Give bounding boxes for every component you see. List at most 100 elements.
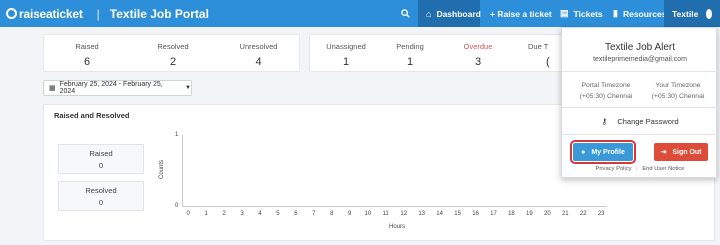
x-tick-label: 2 xyxy=(222,211,226,217)
user-menu-popup: Textile Job Alert textileprimemedia@gmai… xyxy=(561,27,718,178)
x-axis-line xyxy=(182,206,607,207)
x-tick-label: 11 xyxy=(382,211,389,217)
user-email: textileprimemedia@gmail.com xyxy=(593,56,687,63)
summary-label: Raised xyxy=(89,149,113,158)
stat-value: 1 xyxy=(406,56,414,68)
nav-user-label: Textile xyxy=(672,8,699,19)
stat-label: Unresolved xyxy=(239,42,278,51)
nav-resources-label: Resources xyxy=(622,8,667,19)
sign-out-icon: ⇥ xyxy=(660,149,667,156)
end-user-notice-link[interactable]: End User Notice xyxy=(642,166,684,172)
privacy-policy-link[interactable]: Privacy Policy xyxy=(595,166,631,172)
brand[interactable]: raiseaticket | Textile Job Portal xyxy=(6,4,209,23)
x-tick-label: 15 xyxy=(454,211,461,217)
x-tick-label: 21 xyxy=(561,211,569,217)
x-tick-label: 5 xyxy=(276,211,280,217)
date-range-value: February 25, 2024 - February 25, 2024 xyxy=(59,81,163,95)
x-tick-label: 6 xyxy=(294,211,298,217)
stat-pending[interactable]: Pending 1 xyxy=(374,35,446,73)
stat-value: 6 xyxy=(83,56,91,68)
stats-card-tickets: Raised 6 Resolved 2 Unresolved 4 xyxy=(43,34,300,72)
my-profile-button[interactable]: ● My Profile xyxy=(570,140,636,164)
your-timezone-label: Your Timezone xyxy=(655,82,701,89)
nav-user-menu[interactable]: Textile xyxy=(664,0,720,27)
resolved-summary-box: Resolved 0 xyxy=(58,181,144,211)
y-tick-label: 1 xyxy=(175,132,179,138)
y-tick-label: 0 xyxy=(175,203,179,209)
panel-title: Raised and Resolved xyxy=(54,111,130,120)
x-tick-label: 22 xyxy=(579,211,587,217)
x-tick-label: 13 xyxy=(418,211,426,217)
stat-label: Resolved xyxy=(157,42,189,51)
x-tick-label: 12 xyxy=(400,211,408,217)
brand-separator: | xyxy=(96,6,100,21)
date-range-picker[interactable]: ▦ February 25, 2024 - February 25, 2024 … xyxy=(43,80,192,96)
stat-label: Raised xyxy=(75,42,99,51)
your-timezone: Your Timezone (+05:30) Chennai xyxy=(646,80,710,102)
portal-timezone-label: Portal Timezone xyxy=(581,82,631,89)
x-tick-label: 7 xyxy=(312,211,316,217)
book-icon: ▮ xyxy=(613,8,618,18)
footer-links: Privacy Policy | End User Notice xyxy=(562,166,718,172)
y-axis-label: Counts xyxy=(159,159,165,179)
divider xyxy=(562,134,718,135)
stat-value: 4 xyxy=(255,56,262,68)
stat-resolved[interactable]: Resolved 2 xyxy=(130,35,216,73)
key-icon: ⚷ xyxy=(601,117,608,126)
x-tick-label: 17 xyxy=(490,211,497,217)
stat-raised[interactable]: Raised 6 xyxy=(44,35,130,73)
summary-label: Resolved xyxy=(85,186,117,195)
x-tick-label: 10 xyxy=(364,211,372,217)
nav-tickets-label: Tickets xyxy=(573,8,603,19)
portal-title: Textile Job Portal xyxy=(109,6,209,21)
x-tick-label: 14 xyxy=(436,211,443,217)
user-icon: ● xyxy=(581,148,586,156)
x-tick-label: 18 xyxy=(508,211,515,217)
sign-out-button[interactable]: ⇥ Sign Out xyxy=(654,143,708,161)
nav-raise-ticket-label: + Raise a ticket xyxy=(490,8,552,19)
stat-unassigned[interactable]: Unassigned 1 xyxy=(310,35,382,73)
stat-label: Unassigned xyxy=(326,42,366,51)
portal-timezone: Portal Timezone (+05:30) Chennai xyxy=(576,80,636,102)
change-password-link[interactable]: ⚷ Change Password xyxy=(562,117,718,126)
stat-label: Overdue xyxy=(463,42,493,51)
stat-value: 1 xyxy=(342,56,350,68)
x-tick-label: 3 xyxy=(240,211,244,217)
chevron-down-icon: ▼ xyxy=(185,85,191,91)
search-button[interactable] xyxy=(392,0,418,27)
divider xyxy=(562,71,718,72)
summary-value: 0 xyxy=(98,161,104,170)
nav-dashboard[interactable]: ⌂ Dashboard xyxy=(418,0,481,27)
raised-summary-box: Raised 0 xyxy=(58,144,144,174)
x-tick-label: 9 xyxy=(348,211,352,217)
top-navbar: raiseaticket | Textile Job Portal ⌂ Dash… xyxy=(0,0,720,27)
stat-unresolved[interactable]: Unresolved 4 xyxy=(216,35,301,73)
x-tick-label: 19 xyxy=(526,211,533,217)
x-tick-label: 8 xyxy=(330,211,334,217)
stat-value: 2 xyxy=(169,56,177,68)
x-tick-label: 4 xyxy=(258,211,262,217)
x-tick-label: 23 xyxy=(597,211,605,217)
y-axis-line xyxy=(182,135,183,206)
nav-tickets[interactable]: ▤ Tickets xyxy=(552,0,611,27)
stat-value: 3 xyxy=(474,56,482,68)
stat-overdue[interactable]: Overdue 3 xyxy=(442,35,514,73)
calendar-icon: ▦ xyxy=(49,85,56,92)
x-tick-label: 1 xyxy=(204,211,208,217)
ticket-icon: ▤ xyxy=(560,8,569,18)
search-icon xyxy=(400,9,410,18)
sign-out-label: Sign Out xyxy=(672,148,702,156)
nav-raise-ticket[interactable]: + Raise a ticket xyxy=(482,0,560,27)
portal-timezone-value: (+05:30) Chennai xyxy=(579,93,633,100)
summary-value: 0 xyxy=(98,198,104,207)
link-separator: | xyxy=(636,166,638,172)
my-profile-label: My Profile xyxy=(591,148,625,156)
change-password-label: Change Password xyxy=(617,117,679,126)
divider xyxy=(562,107,718,108)
avatar-icon xyxy=(706,8,712,19)
brand-name: raiseaticket xyxy=(19,6,83,21)
x-tick-label: 20 xyxy=(544,211,551,217)
x-tick-label: 0 xyxy=(186,211,190,217)
user-name: Textile Job Alert xyxy=(604,42,676,53)
x-axis-label: Hours xyxy=(389,224,406,230)
